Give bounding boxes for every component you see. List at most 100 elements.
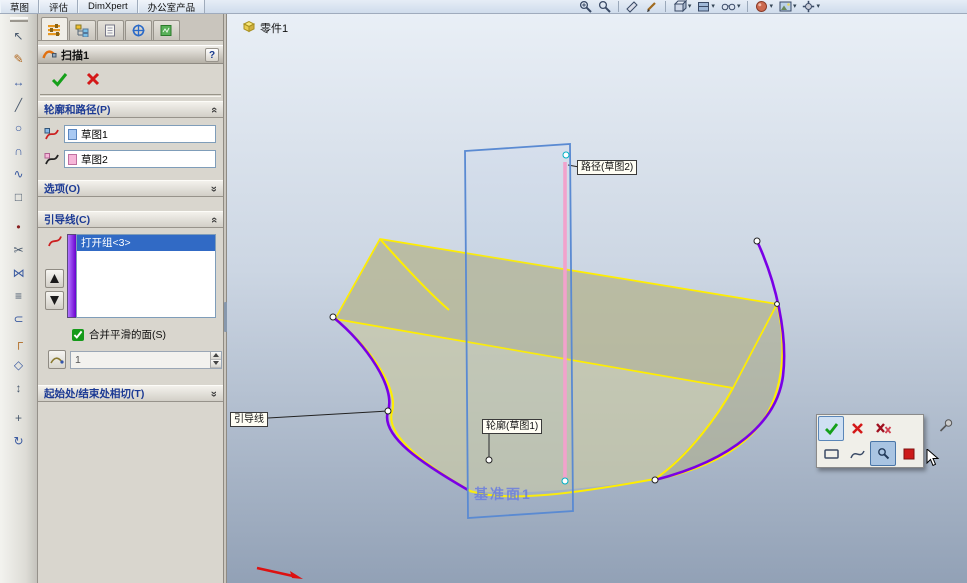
pin-icon[interactable] xyxy=(939,418,954,436)
toolbar-separator xyxy=(747,1,749,12)
guide-curves-group: 打开组<3> xyxy=(42,234,216,318)
plane-icon[interactable]: ◇ xyxy=(6,354,32,375)
tab-office-products[interactable]: 办公室产品 xyxy=(137,0,206,14)
spline-tool-icon[interactable] xyxy=(844,441,870,466)
sweep-profile-icon xyxy=(43,127,61,141)
ok-button[interactable] xyxy=(48,69,70,89)
sketch-pencil-icon[interactable]: ✎ xyxy=(6,48,32,69)
expand-chevron-icon[interactable]: « xyxy=(208,185,220,191)
line-icon[interactable]: ╱ xyxy=(6,94,32,115)
cancel-button[interactable] xyxy=(82,69,104,89)
zoom-fit-icon[interactable] xyxy=(597,0,612,13)
toolbar-separator xyxy=(617,1,619,12)
profile-field[interactable] xyxy=(64,125,216,143)
part-name: 零件1 xyxy=(260,23,289,35)
floating-shortcut-toolbar xyxy=(816,414,924,468)
help-button[interactable]: ? xyxy=(205,47,219,62)
guide-influence-input[interactable] xyxy=(71,351,210,368)
spline-icon[interactable]: ∿ xyxy=(6,163,32,184)
axis-icon[interactable]: ↕ xyxy=(6,377,32,398)
cancel-all-button[interactable] xyxy=(870,416,896,441)
spinner-buttons[interactable] xyxy=(210,351,221,368)
path-callout[interactable]: 路径(草图2) xyxy=(577,160,638,175)
solidworks-window: 草图 评估 DimXpert 办公室产品 ▾ ▾ ▾ ▾ ▾ ▾ ↖ ✎ ↔ ╱ ○ ∩ ∿… xyxy=(0,0,967,583)
zoom-tool-icon[interactable] xyxy=(870,441,896,466)
fillet-icon[interactable]: ┌ xyxy=(6,331,32,352)
smart-dimension-icon[interactable]: ↔ xyxy=(6,71,32,92)
expand-chevron-icon[interactable]: « xyxy=(208,390,220,396)
display-style-icon[interactable]: ▾ xyxy=(696,0,716,13)
part-tree-root[interactable]: 零件1 xyxy=(241,20,288,36)
guide-left-column xyxy=(42,234,67,318)
sketch-plane-rectangle[interactable] xyxy=(464,143,574,519)
empty-slot xyxy=(896,416,922,441)
stop-icon[interactable] xyxy=(896,441,922,466)
tab-evaluate[interactable]: 评估 xyxy=(39,0,79,14)
view-orientation-icon[interactable]: ▾ xyxy=(672,0,693,13)
point-icon[interactable]: • xyxy=(6,216,32,237)
collapse-chevron-icon[interactable]: « xyxy=(208,216,220,222)
sweep-feature-icon xyxy=(42,47,57,63)
left-toolbar-tools: ↖ ✎ ↔ ╱ ○ ∩ ∿ □ • ✂ ⋈ ≡ ⊂ ┌ ◇ ↕ + ↻ xyxy=(6,25,32,451)
profile-color-swatch xyxy=(68,128,77,140)
merge-smooth-faces-checkbox[interactable] xyxy=(72,328,84,341)
guide-influence-field[interactable] xyxy=(70,350,222,369)
tab-dimxpert[interactable]: DimXpert xyxy=(78,0,138,13)
offset-icon[interactable]: ≡ xyxy=(6,285,32,306)
featuremanager-tab[interactable] xyxy=(69,20,96,40)
section-guide-curves[interactable]: 引导线(C) « xyxy=(38,211,223,228)
spin-up-icon[interactable] xyxy=(211,351,221,360)
apply-scene-icon[interactable]: ▾ xyxy=(778,0,798,13)
path-input[interactable] xyxy=(81,153,212,165)
zoom-in-icon[interactable] xyxy=(578,0,593,13)
section-profile-path[interactable]: 轮廓和路径(P) « xyxy=(38,101,223,118)
mirror-icon[interactable]: ⋈ xyxy=(6,262,32,283)
spin-down-icon[interactable] xyxy=(211,359,221,368)
hide-show-items-icon[interactable]: ▾ xyxy=(720,0,742,13)
displaymanager-tab[interactable] xyxy=(153,20,180,40)
select-arrow-icon[interactable]: ↖ xyxy=(6,25,32,46)
move-down-button[interactable] xyxy=(45,291,64,310)
section-options[interactable]: 选项(O) « xyxy=(38,180,223,197)
guide-list-item-selected[interactable]: 打开组<3> xyxy=(77,235,215,251)
guide-curves-listbox[interactable]: 打开组<3> xyxy=(76,234,216,318)
mouse-cursor-icon xyxy=(926,447,940,470)
section-start-end-tangency[interactable]: 起始处/结束处相切(T) « xyxy=(38,385,223,402)
profile-callout[interactable]: 轮廓(草图1) xyxy=(482,419,543,434)
collapse-chevron-icon[interactable]: « xyxy=(208,106,220,112)
tab-sketch[interactable]: 草图 xyxy=(0,0,40,14)
arc-icon[interactable]: ∩ xyxy=(6,140,32,161)
attributes-tab[interactable] xyxy=(97,20,124,40)
move-up-button[interactable] xyxy=(45,269,64,288)
circle-icon[interactable]: ○ xyxy=(6,117,32,138)
edit-appearance-icon[interactable]: ▾ xyxy=(754,0,774,13)
section-view-icon[interactable] xyxy=(625,0,640,13)
guide-callout[interactable]: 引导线 xyxy=(230,412,268,427)
configurationmanager-tab[interactable] xyxy=(125,20,152,40)
command-tabs-bar: 草图 评估 DimXpert 办公室产品 ▾ ▾ ▾ ▾ ▾ ▾ xyxy=(0,0,967,14)
rectangle-tool-icon[interactable] xyxy=(818,441,844,466)
rotate-view-icon[interactable]: ↻ xyxy=(6,430,32,451)
merge-faces-row: 合并平滑的面(S) xyxy=(72,327,223,342)
view-settings-icon[interactable]: ▾ xyxy=(801,0,821,13)
ok-button[interactable] xyxy=(818,416,844,441)
left-toolbar: ↖ ✎ ↔ ╱ ○ ∩ ∿ □ • ✂ ⋈ ≡ ⊂ ┌ ◇ ↕ + ↻ xyxy=(0,14,38,583)
coordinate-triad xyxy=(255,563,315,583)
guide-curve-icon xyxy=(47,235,63,251)
path-field[interactable] xyxy=(64,150,216,168)
viewport-3d[interactable]: 零件1 路径(草图2) 轮廓(草图1) 引导线 基准面1 xyxy=(227,14,967,583)
toolbar-grip[interactable] xyxy=(9,17,28,22)
swept-surface-model[interactable] xyxy=(227,14,967,583)
trim-icon[interactable]: ✂ xyxy=(6,239,32,260)
property-manager-panel: 扫描1 ? 轮廓和路径(P) « 草图1 草图2 选项(O) « 引导线(C) … xyxy=(38,14,224,583)
path-color-swatch xyxy=(68,153,77,165)
rectangle-icon[interactable]: □ xyxy=(6,186,32,207)
move-icon[interactable]: + xyxy=(6,407,32,428)
convert-entities-icon[interactable]: ⊂ xyxy=(6,308,32,329)
cancel-button[interactable] xyxy=(844,416,870,441)
sketch-pencil-icon[interactable] xyxy=(644,0,659,13)
propertymanager-tab[interactable] xyxy=(41,17,68,40)
path-row xyxy=(43,150,216,168)
profile-input[interactable] xyxy=(81,128,212,140)
profile-row xyxy=(43,125,216,143)
